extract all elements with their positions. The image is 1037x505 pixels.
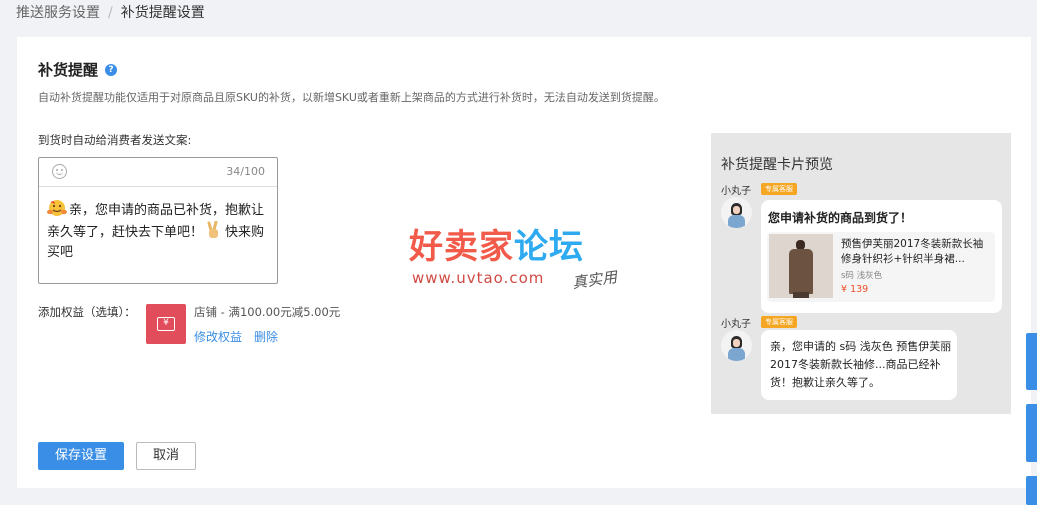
side-float-tab[interactable] bbox=[1026, 476, 1037, 505]
side-float-tab[interactable] bbox=[1026, 404, 1037, 462]
sender-name: 小丸子 bbox=[721, 186, 751, 197]
coupon-symbol: ¥ bbox=[157, 317, 175, 331]
save-button[interactable]: 保存设置 bbox=[38, 442, 124, 470]
watermark-url: www.uvtao.com bbox=[412, 269, 545, 287]
edit-benefit-link[interactable]: 修改权益 bbox=[194, 328, 242, 345]
watermark-title-part1: 好卖家 bbox=[409, 227, 514, 267]
product-image bbox=[769, 234, 833, 298]
editor-toolbar: 34/100 bbox=[39, 158, 277, 187]
watermark-title: 好卖家论坛 bbox=[409, 219, 584, 268]
restock-card-title: 您申请补货的商品到货了！ bbox=[768, 211, 913, 225]
side-float-tab[interactable] bbox=[1026, 333, 1037, 390]
message-field-label: 到货时自动给消费者发送文案: bbox=[38, 133, 192, 147]
message-text[interactable]: 亲，您申请的商品已补货，抱歉让亲久等了，赶快去下单吧！ 快来购买吧 bbox=[47, 199, 272, 263]
victory-hand-emoji-icon bbox=[207, 221, 219, 238]
restock-card-bubble: 您申请补货的商品到货了！ 预售伊芙丽2017冬装新款长袖修身针织衫+针织半身裙.… bbox=[761, 200, 1002, 313]
benefit-label: 添加权益（选填）： bbox=[38, 305, 136, 319]
watermark-handwriting: 真实用 bbox=[571, 267, 619, 293]
preview-title: 补货提醒卡片预览 bbox=[721, 157, 833, 173]
breadcrumb-parent[interactable]: 推送服务设置 bbox=[16, 5, 100, 21]
product-spec: s码 浅灰色 bbox=[841, 271, 883, 281]
sender-name: 小丸子 bbox=[721, 319, 751, 330]
question-circle-icon[interactable]: ? bbox=[105, 64, 117, 76]
vip-tag: 专属客服 bbox=[761, 183, 797, 195]
breadcrumb-separator: / bbox=[108, 5, 113, 21]
watermark-title-part2: 论坛 bbox=[514, 227, 584, 267]
product-price: ¥ 139 bbox=[841, 284, 869, 295]
card-preview-panel: 补货提醒卡片预览 小丸子 专属客服 您申请补货的商品到货了！ 预售伊芙丽2017… bbox=[711, 133, 1011, 414]
message-bubble-text: 亲，您申请的 s码 浅灰色 预售伊芙丽2017冬装新款长袖修...商品已经补货！… bbox=[770, 340, 952, 389]
delete-benefit-link[interactable]: 删除 bbox=[254, 328, 278, 345]
hugging-face-emoji-icon bbox=[47, 200, 67, 216]
breadcrumb: 推送服务设置 / 补货提醒设置 bbox=[16, 2, 205, 22]
product-card[interactable]: 预售伊芙丽2017冬装新款长袖修身针织衫+针织半身裙... s码 浅灰色 ¥ 1… bbox=[767, 232, 995, 302]
smile-icon[interactable] bbox=[52, 164, 67, 179]
avatar bbox=[721, 330, 752, 361]
char-counter: 34/100 bbox=[226, 165, 265, 178]
settings-card: 补货提醒 ? 自动补货提醒功能仅适用于对原商品且原SKU的补货，以新增SKU或者… bbox=[17, 37, 1031, 488]
watermark: 好卖家论坛 www.uvtao.com 真实用 bbox=[409, 219, 639, 299]
vip-tag: 专属客服 bbox=[761, 316, 797, 328]
page-title: 补货提醒 bbox=[38, 61, 99, 79]
product-name: 预售伊芙丽2017冬装新款长袖修身针织衫+针织半身裙... bbox=[841, 238, 984, 265]
breadcrumb-current: 补货提醒设置 bbox=[120, 5, 205, 21]
coupon-text: 店铺 - 满100.00元减5.00元 bbox=[194, 305, 341, 319]
coupon-icon: ¥ bbox=[146, 304, 186, 344]
cancel-button[interactable]: 取消 bbox=[136, 442, 196, 470]
message-editor[interactable]: 34/100 亲，您申请的商品已补货，抱歉让亲久等了，赶快去下单吧！ 快来购买吧 bbox=[38, 157, 278, 284]
section-description: 自动补货提醒功能仅适用于对原商品且原SKU的补货，以新增SKU或者重新上架商品的… bbox=[38, 91, 665, 104]
avatar bbox=[721, 197, 752, 228]
message-bubble: 亲，您申请的 s码 浅灰色 预售伊芙丽2017冬装新款长袖修...商品已经补货！… bbox=[761, 330, 957, 400]
